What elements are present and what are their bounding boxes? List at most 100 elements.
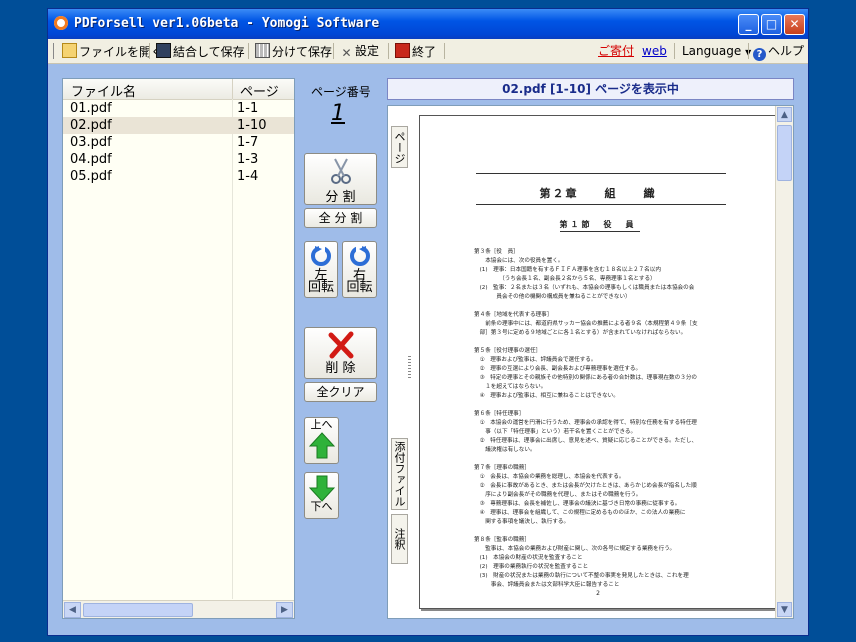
document-line: ① 本協会の運営を円滑に行うため、理事会の承認を得て、特別な任務を有する特任理 [474,420,697,426]
separator [674,43,675,59]
donate-link[interactable]: ご寄付 [598,43,634,60]
help-button[interactable]: ? ヘルプ [753,43,805,61]
minimize-button[interactable]: _ [738,14,759,35]
clear-all-button[interactable]: 全クリア [304,382,377,402]
page-footer: 2 [596,590,600,597]
close-button[interactable]: ✕ [784,14,805,35]
exit-label: 終了 [412,45,437,59]
scroll-right-button[interactable]: ▶ [276,602,293,618]
file-list-header: ファイル名 ページ [63,79,294,100]
document-line: 第８条［監事の職務］ [474,537,530,543]
page-number-label: ページ番号 [311,85,371,99]
separator [248,43,249,59]
document-line: 序により副会長がその職務を代理し、またはその職務を行う。 [474,492,642,498]
table-row[interactable]: 04.pdf 1-3 [63,151,294,168]
document-line: 関する事項を議決し、執行する。 [474,519,570,525]
tab-pages[interactable]: ページ [391,126,408,168]
document-line: ④ 理事および監事は、相互に兼ねることはできない。 [474,393,619,399]
app-icon [54,16,68,30]
document-line: ④ 理事は、理事会を組織して、この規程に定めるもののほか、この法人の業務に [474,510,686,516]
page-range: 1-10 [237,118,267,133]
pdf-page: 第２章 組 織 第１節 役 員 第３条［役 員］ 本協会には、次の役員を置く。 … [419,115,777,609]
split-save-button[interactable]: 分けて保存 [255,43,332,60]
document-line: ③ 特定の理事とその親族その他特別の関係にある者の合計数は、理事現在数の３分の [474,375,698,381]
table-row[interactable]: 05.pdf 1-4 [63,168,294,185]
document-line: (3) 財産の状況または業務の執行について不整の事実を発見したときは、これを理 [474,573,689,579]
page-number-value: 1 [331,101,345,126]
document-line: ① 会長は、本協会の業務を総理し、本協会を代表する。 [474,474,625,480]
table-row[interactable]: 03.pdf 1-7 [63,134,294,151]
merge-save-label: 結合して保存 [173,45,245,59]
column-divider[interactable] [232,79,233,99]
section-underline [560,231,640,232]
move-down-button[interactable]: 下へ [304,472,339,519]
scroll-left-button[interactable]: ◀ [64,602,81,618]
document-line: (1) 理事：日本国籍を有するＦＩＦＡ理事を含む１８名以上２７名以内 [474,267,661,273]
exit-button[interactable]: 終了 [395,43,436,60]
horizontal-scrollbar[interactable]: ◀ ▶ [63,600,294,618]
document-line: 第６条［特任理事］ [474,411,525,417]
vertical-scrollbar[interactable]: ▲ ▼ [775,106,793,618]
chapter-rule-top [476,173,726,174]
document-line: (2) 監事：２名または３名（いずれも、本協会の理事もしくは職員または本協会の会 [474,285,695,291]
rotate-right-button[interactable]: 右 回転 [342,241,377,298]
delete-button[interactable]: 削 除 [304,327,377,379]
viewer-header: 02.pdf [1-10] ページを表示中 [387,78,794,100]
split-save-icon [255,43,270,58]
title-bar[interactable]: PDForsell ver1.06beta - Yomogi Software … [48,9,808,39]
scroll-down-button[interactable]: ▼ [777,602,792,617]
split-all-button[interactable]: 全 分 割 [304,208,377,228]
settings-label: 設定 [355,44,380,58]
separator [444,43,445,59]
tools-icon: ✕ [341,46,352,60]
tab-annotations[interactable]: 注釈 [391,514,408,564]
separator [333,43,334,59]
document-line: 監事は、本協会の業務および財産に関し、次の各号に規定する業務を行う。 [474,546,676,552]
scroll-up-button[interactable]: ▲ [777,107,792,122]
page-range: 1-4 [237,169,259,184]
language-menu[interactable]: Language ▼ [682,43,751,60]
pdf-viewer[interactable]: ページ 添付ファイル 注釈 第２章 組 織 第１節 役 員 第３条［役 員］ 本… [387,105,794,619]
column-header-filename[interactable]: ファイル名 [71,81,136,100]
document-line: ① 理事および監事は、評議員会で選任する。 [474,357,597,363]
table-row-selected[interactable]: 02.pdf 1-10 [63,117,294,134]
delete-x-icon [328,331,353,359]
document-line: ② 特任理事は、理事会に出席し、意見を述べ、質疑に応じることができる。ただし、 [474,438,698,444]
separator [388,43,389,59]
scrollbar-thumb[interactable] [83,603,193,617]
move-up-label: 上へ [310,418,333,431]
delete-label: 削 除 [325,361,356,376]
move-up-button[interactable]: 上へ [304,417,339,464]
file-name: 05.pdf [70,169,112,184]
file-list[interactable]: ファイル名 ページ 01.pdf 1-1 02.pdf 1-10 03.pdf 1-7… [62,78,295,619]
language-label: Language [682,44,742,58]
column-header-page[interactable]: ページ [240,81,279,100]
document-line: 議決権は有しない。 [474,447,536,453]
document-line: ② 会長に事故があるとき、または会長が欠けたときは、あらかじめ会長が指名した順 [474,483,697,489]
save-icon [156,43,171,58]
help-label: ヘルプ [768,44,805,58]
document-line: １を超えてはならない。 [474,384,547,390]
settings-button[interactable]: ✕ 設定 [340,43,379,60]
tab-attachments[interactable]: 添付ファイル [391,438,408,510]
document-line: ③ 専務理事は、会長を補佐し、理事会の議決に基づき日常の事務に従事する。 [474,501,681,507]
document-line: 第７条［理事の職務］ [474,465,530,471]
document-line: 第４条［地域を代表する理事］ [474,312,553,318]
chapter-heading: 第２章 組 織 [539,187,657,200]
web-link[interactable]: web [642,43,667,60]
maximize-button[interactable]: □ [761,14,782,35]
merge-save-button[interactable]: 結合して保存 [156,43,245,60]
split-save-label: 分けて保存 [272,45,333,59]
rotate-left-button[interactable]: 左 回転 [304,241,338,298]
table-row[interactable]: 01.pdf 1-1 [63,100,294,117]
open-file-button[interactable]: ファイルを開く [62,43,163,60]
chapter-rule-bottom [476,204,726,205]
file-name: 03.pdf [70,135,112,150]
document-line: 部］第３号に定める９地域ごとに各１名とする）が含まれていなければならない。 [474,330,687,336]
scrollbar-thumb[interactable] [777,125,792,181]
document-line: 本協会には、次の役員を置く。 [474,258,564,264]
splitter-grip[interactable] [408,356,411,378]
page-range: 1-3 [237,152,259,167]
split-button[interactable]: 分 割 [304,153,377,205]
separator [149,43,150,59]
